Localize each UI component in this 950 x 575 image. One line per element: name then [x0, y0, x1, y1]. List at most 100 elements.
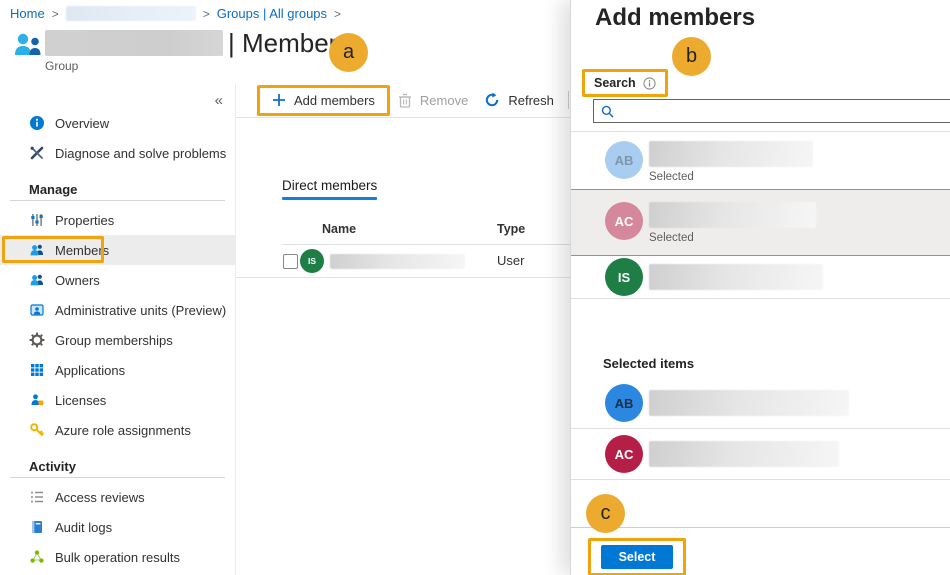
search-results-list: AB Selected AC Selected IS — [571, 131, 950, 299]
sidebar-item-azure-roles[interactable]: Azure role assignments — [0, 415, 235, 445]
sidebar-item-owners[interactable]: Owners — [0, 265, 235, 295]
tab-active-underline — [282, 197, 377, 200]
license-icon — [29, 392, 45, 408]
result-status: Selected — [649, 232, 816, 244]
select-button[interactable]: Select — [601, 545, 673, 569]
result-name-redacted — [649, 202, 816, 228]
tab-direct-members[interactable]: Direct members — [282, 178, 377, 200]
tab-label: Direct members — [282, 178, 377, 193]
sidebar-item-label: Audit logs — [55, 520, 112, 535]
avatar: IS — [605, 258, 643, 296]
sidebar-item-label: Administrative units (Preview) — [55, 303, 226, 318]
selected-name-redacted — [649, 441, 839, 467]
search-icon — [601, 105, 614, 118]
result-status: Selected — [649, 171, 813, 183]
sidebar-item-properties[interactable]: Properties — [0, 205, 235, 235]
add-members-button[interactable]: Add members — [272, 93, 375, 108]
sidebar-item-label: Licenses — [55, 393, 106, 408]
breadcrumb-groups-link[interactable]: Groups | All groups — [217, 6, 327, 21]
member-name-redacted — [330, 254, 465, 269]
toolbar-separator — [568, 91, 569, 109]
collapse-sidebar-button[interactable]: « — [215, 92, 223, 109]
sliders-icon — [29, 212, 45, 228]
avatar: AC — [605, 202, 643, 240]
divider — [236, 117, 570, 118]
result-row[interactable]: IS — [571, 256, 950, 299]
selected-item-row[interactable]: AB — [571, 378, 950, 429]
search-field — [593, 99, 950, 123]
breadcrumb-separator: > — [334, 7, 341, 21]
sidebar-item-label: Bulk operation results — [55, 550, 180, 565]
sidebar-item-overview[interactable]: Overview — [0, 108, 235, 138]
breadcrumb-separator: > — [203, 7, 210, 21]
group-name-redacted — [45, 30, 223, 56]
avatar: AB — [605, 384, 643, 422]
result-name-redacted — [649, 141, 813, 167]
selected-items-list: AB AC — [571, 378, 950, 480]
sidebar-item-diagnose[interactable]: Diagnose and solve problems — [0, 138, 235, 168]
blade-menu-sidebar: « Overview Diagnose and solve problems M… — [0, 84, 236, 575]
breadcrumb: Home > > Groups | All groups > — [10, 6, 341, 21]
trash-icon — [398, 93, 412, 108]
refresh-button[interactable]: Refresh — [484, 92, 554, 108]
panel-title: Add members — [595, 4, 755, 32]
sidebar-nav: Overview Diagnose and solve problems Man… — [0, 84, 235, 572]
annotation-badge-c: c — [586, 494, 625, 533]
sidebar-item-label: Owners — [55, 273, 100, 288]
sidebar-item-licenses[interactable]: Licenses — [0, 385, 235, 415]
remove-button[interactable]: Remove — [398, 93, 468, 108]
selected-item-row[interactable]: AC — [571, 429, 950, 480]
sidebar-item-applications[interactable]: Applications — [0, 355, 235, 385]
selected-items-title: Selected items — [603, 356, 694, 371]
azure-portal-group-members: Home > > Groups | All groups > | Members… — [0, 0, 950, 575]
sidebar-item-label: Group memberships — [55, 333, 173, 348]
avatar: AC — [605, 435, 643, 473]
result-name-redacted — [649, 264, 823, 290]
column-header-name: Name — [322, 222, 356, 236]
search-input[interactable] — [619, 101, 950, 121]
plus-icon — [272, 93, 286, 107]
sidebar-section-manage: Manage — [29, 182, 235, 197]
sidebar-section-activity: Activity — [29, 459, 235, 474]
search-label: Search — [594, 76, 636, 90]
info-icon — [29, 115, 45, 131]
divider — [10, 200, 225, 201]
annotation-badge-a: a — [329, 33, 368, 72]
sidebar-item-audit-logs[interactable]: Audit logs — [0, 512, 235, 542]
sidebar-item-admin-units[interactable]: Administrative units (Preview) — [0, 295, 235, 325]
refresh-label: Refresh — [508, 93, 554, 108]
breadcrumb-redacted-group-name[interactable] — [66, 6, 196, 21]
annotation-frame-select: Select — [588, 538, 686, 575]
result-row[interactable]: AB Selected — [571, 131, 950, 189]
divider — [10, 477, 225, 478]
sidebar-item-label: Diagnose and solve problems — [55, 146, 226, 161]
table-row[interactable]: IS User — [236, 245, 570, 278]
command-bar: Add members Remove Refresh In — [236, 84, 615, 116]
refresh-icon — [484, 92, 500, 108]
gear-icon — [29, 332, 45, 348]
tools-icon — [29, 145, 45, 161]
sidebar-item-bulk-results[interactable]: Bulk operation results — [0, 542, 235, 572]
selected-name-redacted — [649, 390, 849, 416]
breadcrumb-separator: > — [52, 7, 59, 21]
info-icon[interactable] — [643, 77, 656, 90]
breadcrumb-home-link[interactable]: Home — [10, 6, 45, 21]
list-icon — [29, 489, 45, 505]
people-icon — [29, 272, 45, 288]
sidebar-item-access-reviews[interactable]: Access reviews — [0, 482, 235, 512]
annotation-frame-members — [2, 236, 104, 263]
sidebar-item-group-memberships[interactable]: Group memberships — [0, 325, 235, 355]
panel-footer-divider — [571, 527, 950, 528]
sidebar-item-members[interactable]: Members — [0, 235, 235, 265]
sidebar-item-label: Overview — [55, 116, 109, 131]
column-header-type: Type — [497, 222, 525, 236]
add-members-label: Add members — [294, 93, 375, 108]
result-row-highlighted[interactable]: AC Selected — [571, 189, 950, 256]
admin-units-icon — [29, 302, 45, 318]
annotation-badge-b: b — [672, 37, 711, 76]
avatar: IS — [300, 249, 324, 273]
annotation-frame-add-members: Add members — [257, 85, 390, 116]
sidebar-item-label: Properties — [55, 213, 114, 228]
entity-type-label: Group — [45, 59, 78, 73]
row-checkbox[interactable] — [283, 254, 298, 269]
